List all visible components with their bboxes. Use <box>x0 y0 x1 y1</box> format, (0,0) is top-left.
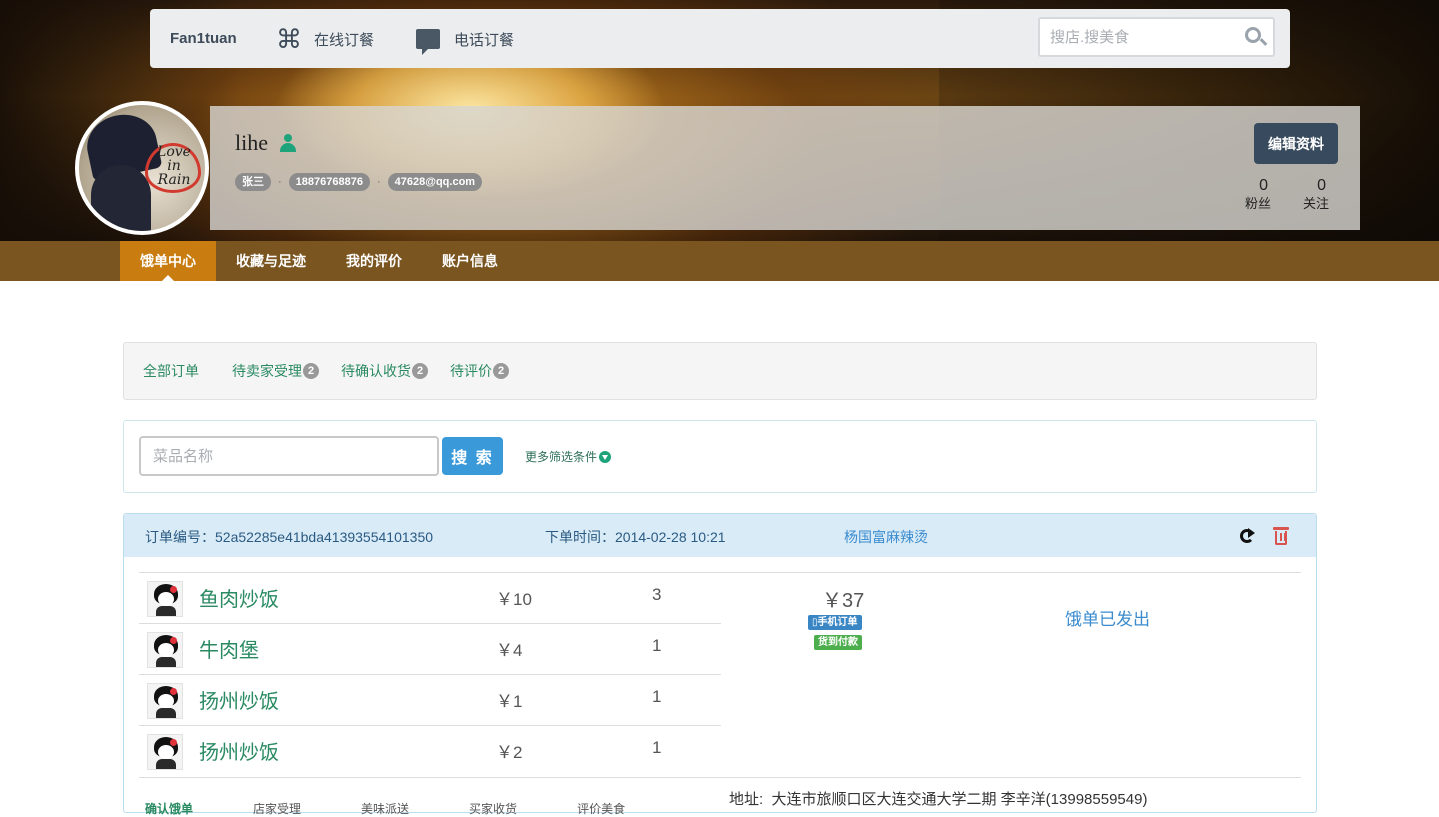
section-nav: 饿单中心 收藏与足迹 我的评价 账户信息 <box>0 241 1439 281</box>
share-icon[interactable] <box>1240 528 1256 544</box>
nav-online-order[interactable]: ⌘ 在线订餐 <box>276 24 375 54</box>
site-search-input[interactable] <box>1050 26 1230 48</box>
list-item: 扬州炒饭 ￥2 1 <box>139 726 721 777</box>
edit-profile-button[interactable]: 编辑资料 <box>1254 123 1338 164</box>
order-number: 订单编号：52a52285e41bda41393554101350 <box>145 527 433 547</box>
step-received: 买家收货 <box>469 802 518 816</box>
order-number-value: 52a52285e41bda41393554101350 <box>215 529 434 545</box>
more-filters-label: 更多筛选条件 <box>525 450 598 464</box>
follow-count: 0 <box>1317 177 1326 194</box>
filter-pending-accept-label: 待卖家受理 <box>232 363 302 379</box>
step-review: 评价美食 <box>577 802 626 816</box>
tab-favorites[interactable]: 收藏与足迹 <box>220 241 322 281</box>
profile-panel <box>210 106 1360 230</box>
site-search <box>1038 17 1275 57</box>
step-delivery: 美味派送 <box>361 802 410 816</box>
avatar-heart-text: Love in Rain <box>157 144 191 188</box>
order-filter-bar: 全部订单 待卖家受理 2 待确认收货 2 待评价 2 <box>123 342 1317 400</box>
chevron-down-circle-icon <box>599 450 612 463</box>
search-button[interactable]: 搜 索 <box>442 437 503 475</box>
list-item: 鱼肉炒饭 ￥10 3 <box>139 573 721 624</box>
dish-name[interactable]: 扬州炒饭 <box>199 685 279 714</box>
dish-price: ￥4 <box>496 641 523 660</box>
nav-phone-order-label: 电话订餐 <box>454 31 515 49</box>
order-time-value: 2014-02-28 10:21 <box>615 529 726 545</box>
user-icon <box>279 134 297 152</box>
fans-stat[interactable]: 0 粉丝 <box>1238 176 1278 212</box>
follow-stat[interactable]: 0 关注 <box>1296 176 1336 212</box>
divider <box>139 777 1301 778</box>
dish-price: ￥10 <box>496 590 532 609</box>
nav-online-order-label: 在线订餐 <box>314 31 375 49</box>
dish-price: ￥1 <box>496 692 523 711</box>
avatar[interactable]: Love in Rain <box>75 101 209 235</box>
dish-name[interactable]: 牛肉堡 <box>199 634 259 663</box>
nav-phone-order[interactable]: 电话订餐 <box>416 27 515 55</box>
dish-qty: 1 <box>652 738 662 757</box>
more-filters-link[interactable]: 更多筛选条件 <box>525 448 612 465</box>
dish-thumbnail[interactable] <box>147 581 183 617</box>
fans-label: 粉丝 <box>1244 196 1271 211</box>
step-confirm: 确认饿单 <box>145 802 194 816</box>
address-value: 大连市旅顺口区大连交通大学二期 李辛洋(13998559549) <box>771 791 1148 808</box>
dish-name-input[interactable] <box>139 436 439 476</box>
dish-name[interactable]: 鱼肉炒饭 <box>199 583 279 612</box>
filter-pending-receipt-label: 待确认收货 <box>341 363 411 379</box>
filter-pending-accept[interactable]: 待卖家受理 2 <box>232 361 320 381</box>
dish-qty: 1 <box>652 687 662 706</box>
dish-thumbnail[interactable] <box>147 683 183 719</box>
address-label: 地址: <box>729 791 764 808</box>
order-time: 下单时间：2014-02-28 10:21 <box>545 527 726 547</box>
tab-account-info[interactable]: 账户信息 <box>426 241 514 281</box>
email-tag: 47628@qq.com <box>387 173 483 191</box>
dish-qty: 1 <box>652 636 662 655</box>
top-navbar: Fan1tuan ⌘ 在线订餐 电话订餐 <box>150 9 1290 68</box>
tab-order-center[interactable]: 饿单中心 <box>120 241 216 281</box>
profile-tags: 张三 · 18876768876 · 47628@qq.com <box>235 173 483 191</box>
phone-tag: 18876768876 <box>288 173 370 191</box>
order-items: 鱼肉炒饭 ￥10 3 牛肉堡 ￥4 1 扬州炒饭 ￥1 1 扬州炒饭 ￥2 1 <box>139 573 721 777</box>
step-accept: 店家受理 <box>253 802 302 816</box>
dish-thumbnail[interactable] <box>147 734 183 770</box>
filter-all-orders-label: 全部订单 <box>143 363 199 379</box>
list-item: 扬州炒饭 ￥1 1 <box>139 675 721 726</box>
username: lihe <box>235 130 268 155</box>
count-badge: 2 <box>412 363 429 379</box>
count-badge: 2 <box>303 363 320 379</box>
fans-count: 0 <box>1259 177 1268 194</box>
search-icon[interactable] <box>1245 27 1261 43</box>
speech-bubble-icon <box>416 29 440 55</box>
dish-qty: 3 <box>652 585 662 604</box>
order-number-label: 订单编号： <box>145 529 215 545</box>
filter-all-orders[interactable]: 全部订单 <box>143 361 199 381</box>
mobile-order-badge: ▯手机订单 <box>808 615 862 630</box>
shop-link[interactable]: 杨国富麻辣烫 <box>844 527 928 547</box>
dish-price: ￥2 <box>496 743 523 762</box>
order-card: 订单编号：52a52285e41bda41393554101350 下单时间：2… <box>123 513 1317 816</box>
stat-divider <box>1285 178 1286 210</box>
filter-pending-review-label: 待评价 <box>450 363 492 379</box>
command-icon: ⌘ <box>276 24 302 54</box>
order-progress: 确认饿单 店家受理 美味派送 买家收货 评价美食 <box>145 800 685 817</box>
order-time-label: 下单时间： <box>545 529 615 545</box>
dish-search-panel: 搜 索 更多筛选条件 <box>123 420 1317 493</box>
cod-badge: 货到付款 <box>814 635 862 650</box>
brand-logo[interactable]: Fan1tuan <box>170 30 237 47</box>
count-badge: 2 <box>493 363 510 379</box>
list-item: 牛肉堡 ￥4 1 <box>139 624 721 675</box>
dish-thumbnail[interactable] <box>147 632 183 668</box>
avatar-figure <box>91 165 151 231</box>
order-header: 订单编号：52a52285e41bda41393554101350 下单时间：2… <box>124 514 1316 557</box>
delivery-address: 地址: 大连市旅顺口区大连交通大学二期 李辛洋(13998559549) <box>729 788 1147 809</box>
dish-name[interactable]: 扬州炒饭 <box>199 736 279 765</box>
filter-pending-review[interactable]: 待评价 2 <box>450 361 510 381</box>
trash-icon[interactable] <box>1273 527 1289 545</box>
order-total: ￥37 <box>822 590 865 612</box>
real-name-tag: 张三 <box>235 173 271 191</box>
filter-pending-receipt[interactable]: 待确认收货 2 <box>341 361 429 381</box>
follow-label: 关注 <box>1302 196 1329 211</box>
tab-my-reviews[interactable]: 我的评价 <box>330 241 418 281</box>
order-status[interactable]: 饿单已发出 <box>1065 605 1150 630</box>
